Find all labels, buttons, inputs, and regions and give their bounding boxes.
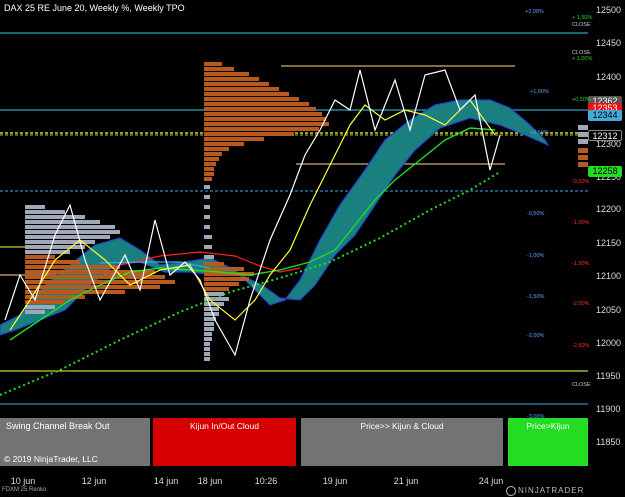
y-tick: 12400 bbox=[596, 72, 622, 82]
instrument-note: FDXM 25 Renko bbox=[2, 487, 47, 493]
pct-label: -1,00% bbox=[527, 253, 545, 259]
price-label-blue: 12344 bbox=[588, 110, 622, 121]
x-tick: 14 jun bbox=[153, 476, 179, 486]
price-label-green: 12258 bbox=[588, 166, 622, 177]
pct-label: -1,50% bbox=[572, 261, 590, 267]
pct-label: -1,50% bbox=[527, 294, 545, 300]
pct-label: +1,00% bbox=[530, 89, 549, 95]
x-tick: 10 jun bbox=[10, 476, 36, 486]
pct-label: -2,00% bbox=[572, 301, 590, 307]
y-tick: 12150 bbox=[596, 238, 622, 248]
pct-label: -2,50% bbox=[572, 343, 590, 349]
pct-label: + 1,00% bbox=[572, 56, 593, 62]
panel-price-kijun-cloud: Price>> Kijun & Cloud bbox=[301, 418, 503, 466]
panel-kijun-cloud: Kijun In/Out Cloud bbox=[153, 418, 296, 466]
pct-label: + 1,50% bbox=[572, 15, 593, 21]
pct-label: -0,50% bbox=[527, 211, 545, 217]
tpo-profile-mid bbox=[204, 62, 329, 291]
y-tick: 11950 bbox=[596, 371, 621, 381]
panel-price-k-label: Price>Kijun bbox=[526, 421, 570, 431]
x-tick: 10:26 bbox=[254, 476, 278, 486]
y-tick: 11900 bbox=[596, 404, 621, 414]
pct-label: +2,00% bbox=[525, 9, 544, 15]
ninjatrader-logo-icon bbox=[506, 486, 516, 496]
pct-label: CLOSE bbox=[572, 22, 591, 28]
chart-title: DAX 25 RE June 20, Weekly %, Weekly TPO bbox=[4, 3, 185, 13]
copyright: © 2019 NinjaTrader, LLC bbox=[4, 454, 98, 464]
price-label-last: 12312 bbox=[588, 130, 622, 141]
pct-label: -2,00% bbox=[527, 333, 545, 339]
x-tick: 12 jun bbox=[81, 476, 107, 486]
x-tick: 18 jun bbox=[197, 476, 223, 486]
panel-price-kijun: Price>Kijun bbox=[508, 418, 588, 466]
panel-price-kc-label: Price>> Kijun & Cloud bbox=[360, 421, 444, 431]
tpo-profile-right bbox=[578, 148, 588, 167]
y-tick: 12450 bbox=[596, 38, 622, 48]
pct-label: -1,00% bbox=[572, 220, 590, 226]
panel-swing-label: Swing Channel Break Out bbox=[6, 421, 110, 431]
x-tick: 21 jun bbox=[393, 476, 419, 486]
y-tick: 12050 bbox=[596, 305, 622, 315]
x-tick: 19 jun bbox=[322, 476, 348, 486]
y-tick: 12500 bbox=[596, 5, 622, 15]
tpo-profile-right-gray bbox=[578, 125, 588, 144]
y-tick: 12200 bbox=[596, 204, 622, 214]
pct-label: +0,50% bbox=[572, 97, 591, 103]
y-tick: 12100 bbox=[596, 271, 622, 281]
y-tick: 12000 bbox=[596, 338, 622, 348]
x-tick: 24 jun bbox=[478, 476, 504, 486]
pct-label: CLOSE bbox=[572, 382, 591, 388]
y-tick: 11850 bbox=[596, 437, 621, 447]
pct-label: +0,50% bbox=[530, 130, 549, 136]
brand-logo: NINJATRADER bbox=[518, 486, 585, 495]
panel-kijun-label: Kijun In/Out Cloud bbox=[190, 421, 259, 431]
pct-label: -0,50% bbox=[572, 179, 590, 185]
